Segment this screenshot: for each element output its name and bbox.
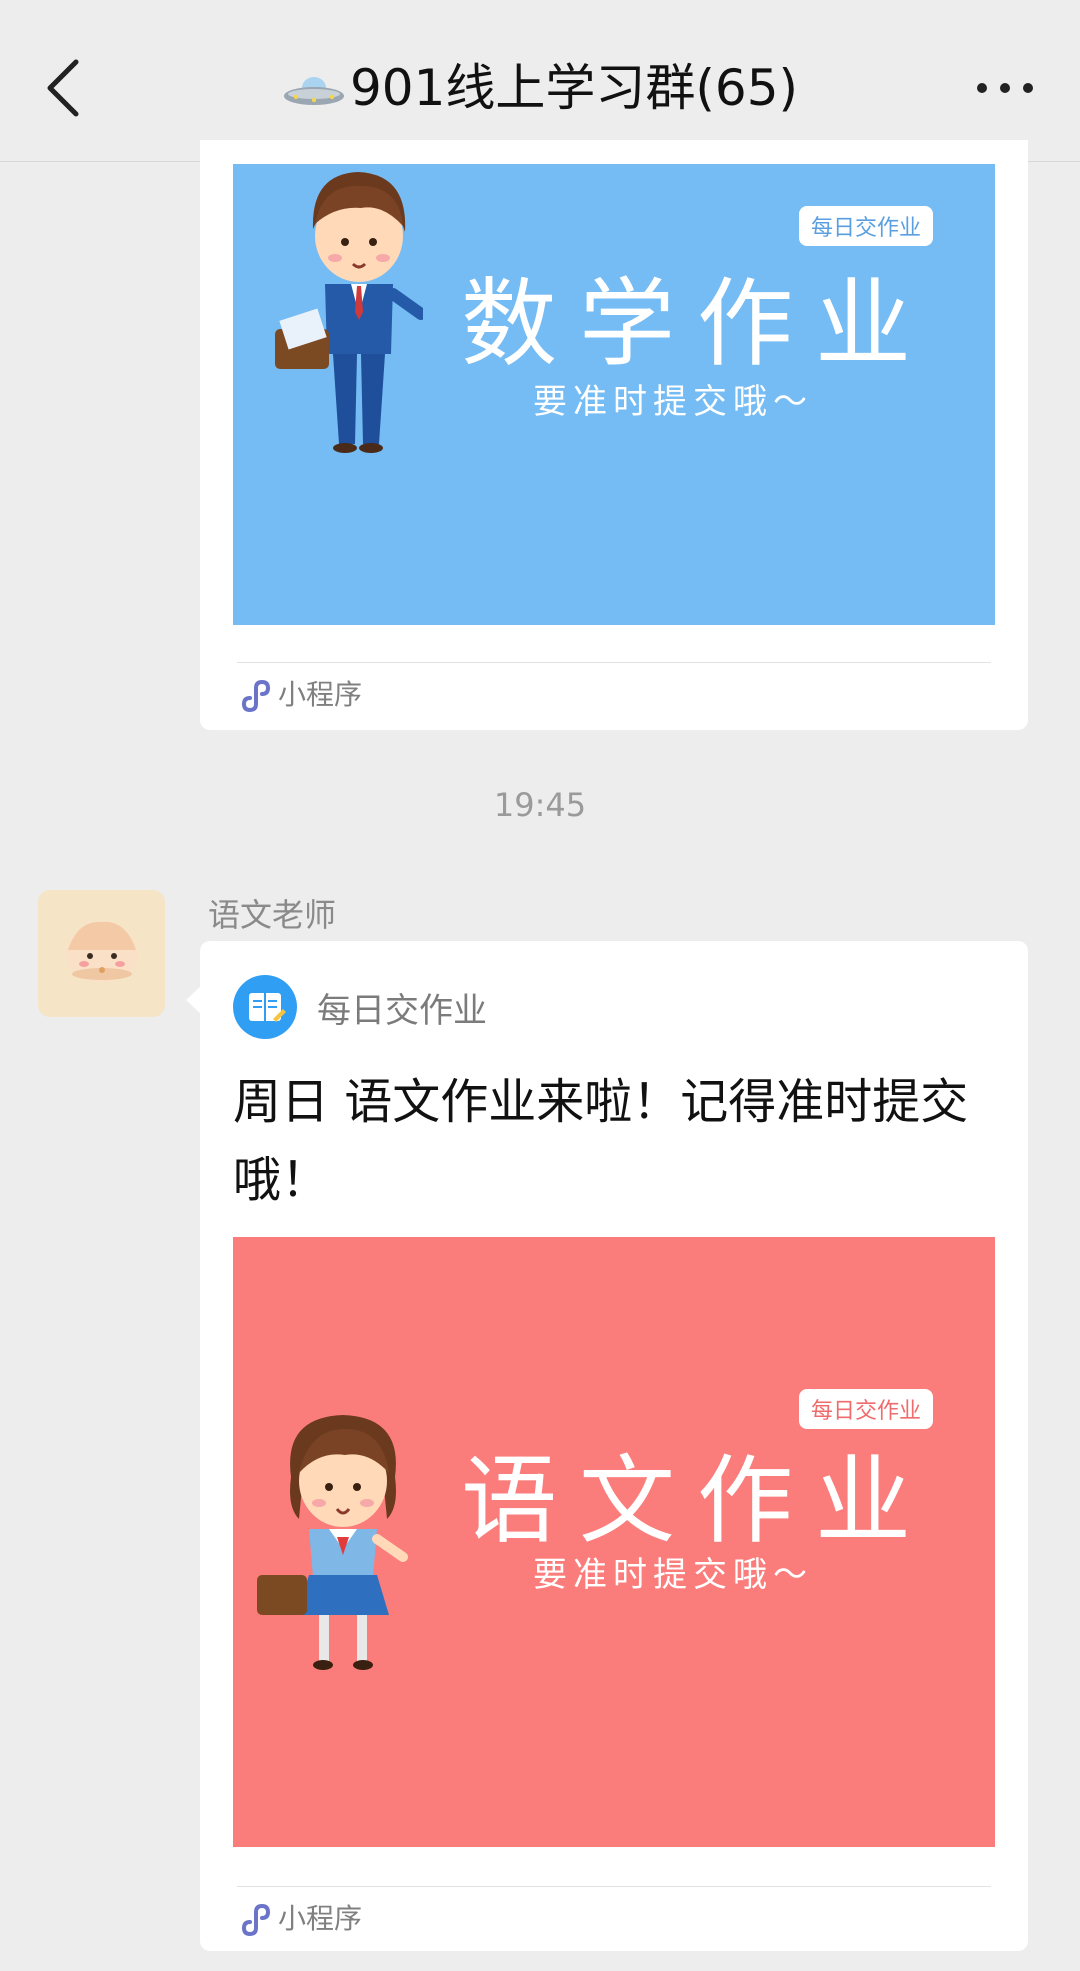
chat-header: 901线上学习群(65) (0, 0, 1080, 162)
back-button[interactable] (38, 52, 98, 124)
mini-program-card[interactable]: 每日交作业 数学作业 要准时提交哦～ 小程序 (200, 140, 1028, 730)
homework-app-icon (233, 975, 297, 1039)
chat-title: 901线上学习群(65) (349, 59, 799, 117)
mini-program-label-text: 小程序 (278, 1902, 363, 1935)
sender-name: 语文老师 (208, 896, 337, 934)
cover-title: 数学作业 (461, 268, 933, 380)
more-button[interactable] (970, 66, 1040, 110)
message-text: 周日 语文作业来啦！记得准时提交哦！ (233, 1074, 969, 1208)
ufo-emoji-icon (283, 76, 344, 105)
cover-subtitle: 要准时提交哦～ (533, 382, 813, 422)
mini-program-label: 小程序 (238, 1899, 362, 1939)
girl-illustration (257, 1415, 408, 1670)
bun-character-avatar (66, 921, 138, 982)
mini-program-card[interactable]: 每日交作业 周日 语文作业来啦！记得准时提交哦！ 每日交作业 语文作业 要准时提… (200, 941, 1028, 1951)
mini-program-cover-image: 每日交作业 数学作业 要准时提交哦～ (233, 164, 995, 625)
card-divider (237, 662, 991, 663)
mini-program-icon (242, 679, 271, 713)
ellipsis-icon (977, 83, 1033, 93)
mini-program-app-name: 每日交作业 (317, 991, 487, 1031)
chat-title-wrapper: 901线上学习群(65) (180, 52, 900, 124)
card-divider (237, 1886, 991, 1887)
cover-badge: 每日交作业 (799, 206, 934, 246)
cover-subtitle: 要准时提交哦～ (533, 1555, 813, 1595)
cover-title: 语文作业 (461, 1445, 933, 1557)
mini-program-icon (242, 1903, 271, 1937)
boy-illustration (275, 172, 423, 453)
message-timestamp: 19:45 (493, 786, 587, 824)
avatar[interactable] (38, 890, 165, 1017)
mini-program-cover-image: 每日交作业 语文作业 要准时提交哦～ (233, 1237, 995, 1847)
mini-program-label-text: 小程序 (278, 678, 363, 711)
bubble-tail (186, 986, 201, 1014)
chevron-left-icon (47, 59, 79, 117)
mini-program-label: 小程序 (238, 675, 362, 715)
